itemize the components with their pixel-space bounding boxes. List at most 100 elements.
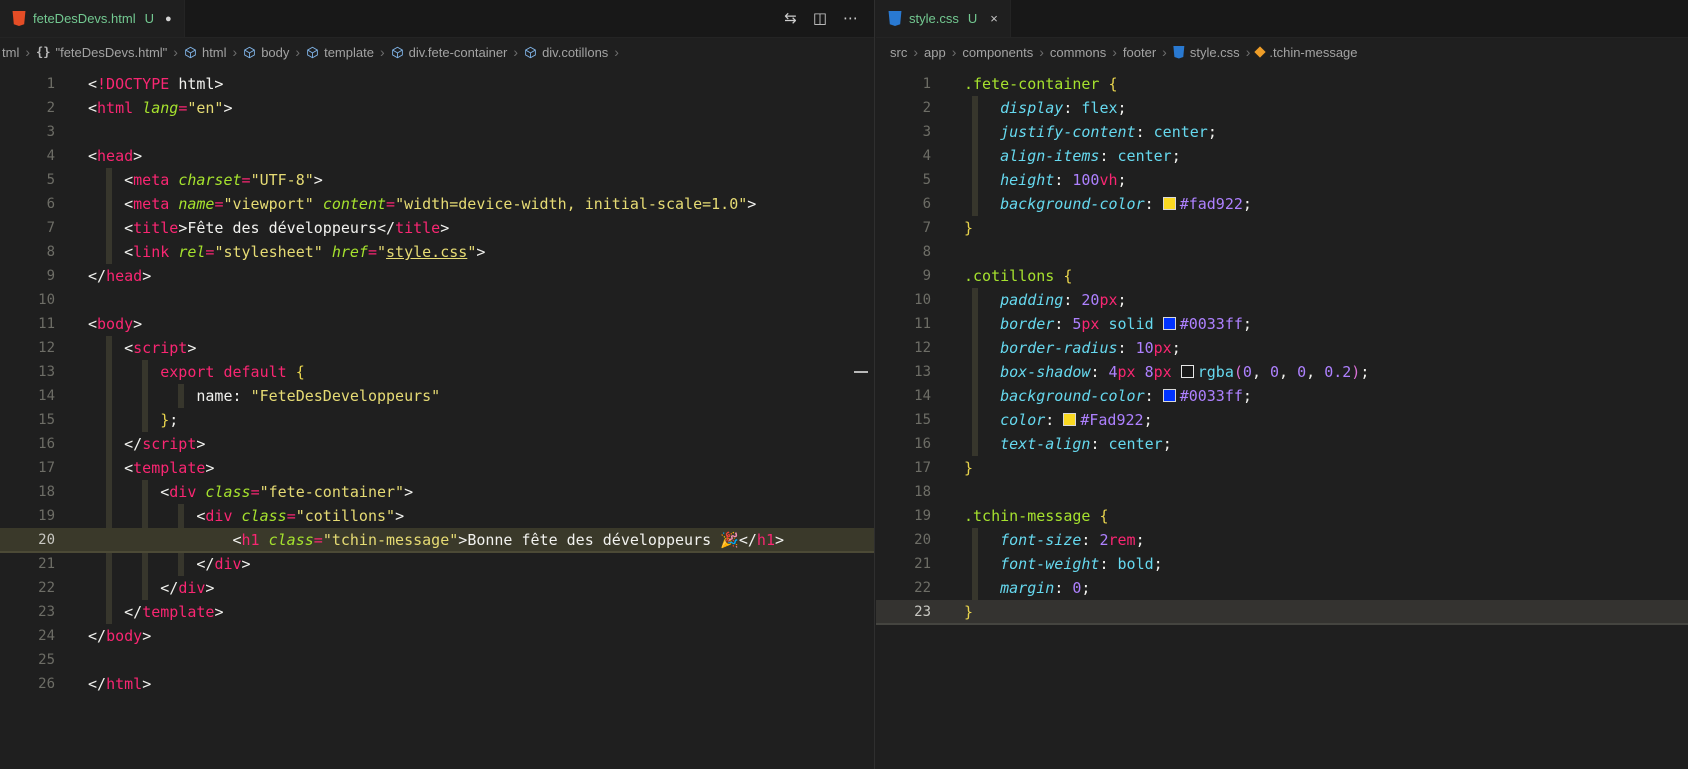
line-number[interactable]: 20 xyxy=(876,528,931,552)
code-line[interactable]: 14 name: "FeteDesDeveloppeurs" xyxy=(0,384,874,408)
line-number[interactable]: 15 xyxy=(0,408,55,432)
code-line[interactable]: 9</head> xyxy=(0,264,874,288)
line-number[interactable]: 25 xyxy=(0,648,55,672)
breadcrumb-item[interactable]: {}"feteDesDevs.html" xyxy=(36,45,167,60)
line-number[interactable]: 15 xyxy=(876,408,931,432)
code-line[interactable]: 12 <script> xyxy=(0,336,874,360)
breadcrumb-item[interactable]: app xyxy=(924,45,946,60)
breadcrumb-item[interactable]: .tchin-message xyxy=(1256,45,1357,60)
line-number[interactable]: 17 xyxy=(876,456,931,480)
line-number[interactable]: 16 xyxy=(876,432,931,456)
line-number[interactable]: 22 xyxy=(0,576,55,600)
code-line[interactable]: 19 <div class="cotillons"> xyxy=(0,504,874,528)
line-number[interactable]: 26 xyxy=(0,672,55,696)
code-line[interactable]: 2<html lang="en"> xyxy=(0,96,874,120)
more-actions-icon[interactable]: ⋯ xyxy=(843,11,858,26)
code-line[interactable]: 17} xyxy=(876,456,1688,480)
line-number[interactable]: 7 xyxy=(0,216,55,240)
code-line[interactable]: 16 </script> xyxy=(0,432,874,456)
tab-fetedesdevs-html[interactable]: feteDesDevs.html U ● xyxy=(0,0,185,37)
code-line[interactable]: 4<head> xyxy=(0,144,874,168)
line-number[interactable]: 11 xyxy=(876,312,931,336)
code-line[interactable]: 3 xyxy=(0,120,874,144)
line-number[interactable]: 3 xyxy=(0,120,55,144)
line-number[interactable]: 5 xyxy=(876,168,931,192)
line-number[interactable]: 5 xyxy=(0,168,55,192)
code-line[interactable]: 11 border: 5px solid #0033ff; xyxy=(876,312,1688,336)
line-number[interactable]: 4 xyxy=(0,144,55,168)
code-line[interactable]: 4 align-items: center; xyxy=(876,144,1688,168)
code-line[interactable]: 7 <title>Fête des développeurs</title> xyxy=(0,216,874,240)
code-line[interactable]: 5 <meta charset="UTF-8"> xyxy=(0,168,874,192)
code-line[interactable]: 21 </div> xyxy=(0,552,874,576)
right-code-editor[interactable]: 1.fete-container {2 display: flex;3 just… xyxy=(876,66,1688,624)
code-line[interactable]: 16 text-align: center; xyxy=(876,432,1688,456)
code-line[interactable]: 19.tchin-message { xyxy=(876,504,1688,528)
breadcrumb-item[interactable]: html xyxy=(184,45,227,60)
breadcrumb-item[interactable]: template xyxy=(306,45,374,60)
tab-style-css[interactable]: style.css U × xyxy=(876,0,1011,37)
breadcrumb-item[interactable]: body xyxy=(243,45,289,60)
breadcrumb-item[interactable]: div.cotillons xyxy=(524,45,608,60)
code-line[interactable]: 18 <div class="fete-container"> xyxy=(0,480,874,504)
code-line[interactable]: 24</body> xyxy=(0,624,874,648)
line-number[interactable]: 22 xyxy=(876,576,931,600)
left-code-editor[interactable]: 1<!DOCTYPE html>2<html lang="en">34<head… xyxy=(0,66,874,696)
code-line[interactable]: 8 <link rel="stylesheet" href="style.css… xyxy=(0,240,874,264)
line-number[interactable]: 23 xyxy=(0,600,55,624)
line-number[interactable]: 21 xyxy=(876,552,931,576)
code-line[interactable]: 9.cotillons { xyxy=(876,264,1688,288)
code-line[interactable]: 2 display: flex; xyxy=(876,96,1688,120)
line-number[interactable]: 2 xyxy=(0,96,55,120)
line-number[interactable]: 8 xyxy=(0,240,55,264)
line-number[interactable]: 13 xyxy=(0,360,55,384)
line-number[interactable]: 8 xyxy=(876,240,931,264)
code-line[interactable]: 26</html> xyxy=(0,672,874,696)
breadcrumb-item[interactable]: src xyxy=(890,45,907,60)
code-line[interactable]: 11<body> xyxy=(0,312,874,336)
line-number[interactable]: 24 xyxy=(0,624,55,648)
code-line[interactable]: 7} xyxy=(876,216,1688,240)
breadcrumb-item[interactable]: footer xyxy=(1123,45,1156,60)
line-number[interactable]: 6 xyxy=(0,192,55,216)
line-number[interactable]: 14 xyxy=(876,384,931,408)
line-number[interactable]: 18 xyxy=(0,480,55,504)
code-line[interactable]: 10 xyxy=(0,288,874,312)
code-line[interactable]: 21 font-weight: bold; xyxy=(876,552,1688,576)
code-line[interactable]: 20 <h1 class="tchin-message">Bonne fête … xyxy=(0,528,874,552)
code-line[interactable]: 15 color: #Fad922; xyxy=(876,408,1688,432)
line-number[interactable]: 1 xyxy=(876,72,931,96)
line-number[interactable]: 10 xyxy=(0,288,55,312)
line-number[interactable]: 9 xyxy=(0,264,55,288)
code-line[interactable]: 8 xyxy=(876,240,1688,264)
code-line[interactable]: 10 padding: 20px; xyxy=(876,288,1688,312)
line-number[interactable]: 20 xyxy=(0,528,55,552)
line-number[interactable]: 23 xyxy=(876,600,931,624)
line-number[interactable]: 11 xyxy=(0,312,55,336)
code-line[interactable]: 1.fete-container { xyxy=(876,72,1688,96)
code-line[interactable]: 13 box-shadow: 4px 8px rgba(0, 0, 0, 0.2… xyxy=(876,360,1688,384)
line-number[interactable]: 3 xyxy=(876,120,931,144)
line-number[interactable]: 9 xyxy=(876,264,931,288)
code-line[interactable]: 20 font-size: 2rem; xyxy=(876,528,1688,552)
code-line[interactable]: 25 xyxy=(0,648,874,672)
line-number[interactable]: 1 xyxy=(0,72,55,96)
line-number[interactable]: 16 xyxy=(0,432,55,456)
modified-dot-icon[interactable]: ● xyxy=(165,13,172,25)
line-number[interactable]: 6 xyxy=(876,192,931,216)
code-line[interactable]: 23} xyxy=(876,600,1688,624)
code-line[interactable]: 18 xyxy=(876,480,1688,504)
breadcrumb-item[interactable]: tml xyxy=(2,45,19,60)
line-number[interactable]: 19 xyxy=(0,504,55,528)
code-line[interactable]: 3 justify-content: center; xyxy=(876,120,1688,144)
code-line[interactable]: 17 <template> xyxy=(0,456,874,480)
breadcrumb-item[interactable]: commons xyxy=(1050,45,1106,60)
code-line[interactable]: 5 height: 100vh; xyxy=(876,168,1688,192)
line-number[interactable]: 13 xyxy=(876,360,931,384)
breadcrumb-item[interactable]: div.fete-container xyxy=(391,45,508,60)
line-number[interactable]: 18 xyxy=(876,480,931,504)
code-line[interactable]: 6 background-color: #fad922; xyxy=(876,192,1688,216)
split-editor-icon[interactable]: ◫ xyxy=(813,11,827,26)
code-line[interactable]: 6 <meta name="viewport" content="width=d… xyxy=(0,192,874,216)
breadcrumb-item[interactable]: style.css xyxy=(1173,45,1240,60)
